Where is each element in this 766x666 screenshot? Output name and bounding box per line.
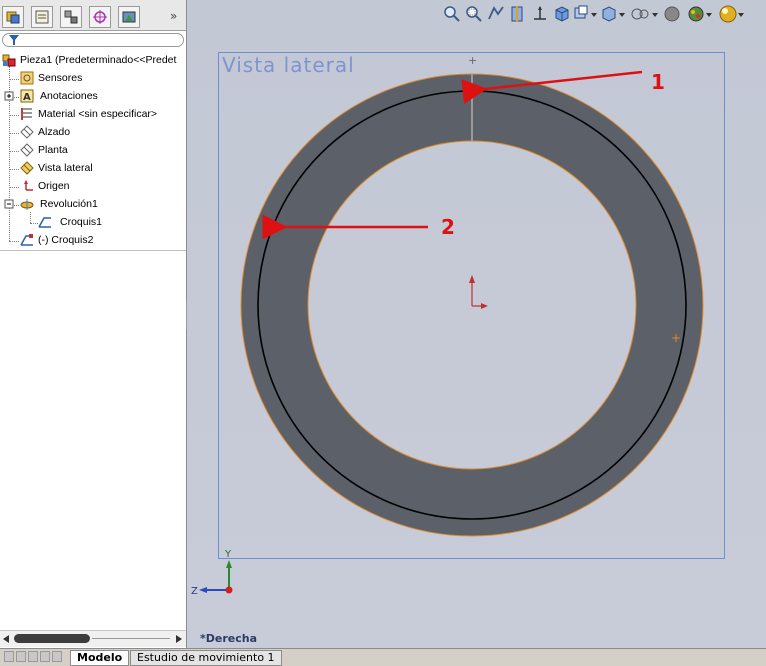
- tree-filter-input[interactable]: [2, 33, 184, 47]
- revolve-icon: [20, 199, 34, 210]
- tree-item-label: Sensores: [38, 72, 83, 84]
- more-tabs-button[interactable]: »: [170, 9, 177, 23]
- tab-propertymanager[interactable]: [31, 6, 53, 28]
- panel-tabs: »: [0, 0, 186, 31]
- tree-item-label: Alzado: [38, 126, 71, 138]
- tree-divider: [0, 250, 186, 251]
- origin-icon: [24, 180, 33, 191]
- tree-item-label: Croquis1: [60, 216, 103, 228]
- tree-item-label: (-) Croquis2: [38, 234, 94, 246]
- expand-plus-icon[interactable]: [4, 89, 18, 103]
- plane-icon: [20, 143, 34, 157]
- scroll-left-icon[interactable]: [3, 635, 9, 643]
- plane-boundary[interactable]: [218, 52, 725, 559]
- feature-tree: Pieza1 (Predeterminado<<Predet Sensores …: [0, 52, 186, 252]
- tree-item-label: Revolución1: [40, 198, 98, 210]
- tab-display-manager[interactable]: [118, 6, 140, 28]
- tab-scroll-button[interactable]: [52, 651, 62, 662]
- scrollbar-thumb[interactable]: [14, 634, 90, 643]
- tab-configurationmanager[interactable]: [60, 6, 82, 28]
- bottom-tab-bar: Modelo Estudio de movimiento 1: [0, 648, 766, 666]
- tree-item-label: Planta: [38, 144, 68, 156]
- tab-dimxpert[interactable]: [89, 6, 111, 28]
- sensor-icon: [20, 71, 34, 85]
- material-icon: [21, 108, 32, 120]
- next-tab-button[interactable]: [28, 651, 38, 662]
- display-manager-icon: [122, 11, 136, 23]
- configurationmanager-icon: [64, 10, 78, 24]
- triad-z-label: Z: [191, 586, 198, 597]
- propertymanager-icon: [35, 10, 49, 24]
- sketch-icon: [20, 234, 33, 246]
- filter-icon: [9, 35, 19, 45]
- first-tab-button[interactable]: [4, 651, 14, 662]
- tree-item-label: Anotaciones: [40, 90, 98, 102]
- collapse-minus-icon[interactable]: [4, 197, 18, 211]
- tree-item-label: Origen: [38, 180, 70, 192]
- annotations-icon: A: [20, 89, 34, 103]
- part-icon: [2, 54, 16, 67]
- featuremanager-icon: [6, 11, 20, 24]
- plane-icon: [20, 125, 34, 139]
- svg-text:A: A: [23, 92, 31, 103]
- plane-label: Vista lateral: [222, 53, 355, 77]
- horizontal-scrollbar[interactable]: [0, 630, 186, 647]
- plane-selected-icon: [20, 161, 34, 175]
- sketch-icon: [38, 217, 51, 228]
- scroll-right-icon[interactable]: [176, 635, 182, 643]
- prev-tab-button[interactable]: [16, 651, 26, 662]
- dimxpert-icon: [93, 10, 107, 24]
- tab-featuremanager[interactable]: [2, 6, 24, 28]
- tree-item-label: Pieza1 (Predeterminado<<Predet: [20, 54, 177, 66]
- tree-item-label: Material <sin especificar>: [38, 108, 158, 120]
- feature-manager-panel: » Pieza1 (Predeterminado<<Predet Sensore…: [0, 0, 187, 648]
- tree-item-label: Vista lateral: [38, 162, 93, 174]
- view-name-label: *Derecha: [200, 632, 258, 645]
- last-tab-button[interactable]: [40, 651, 50, 662]
